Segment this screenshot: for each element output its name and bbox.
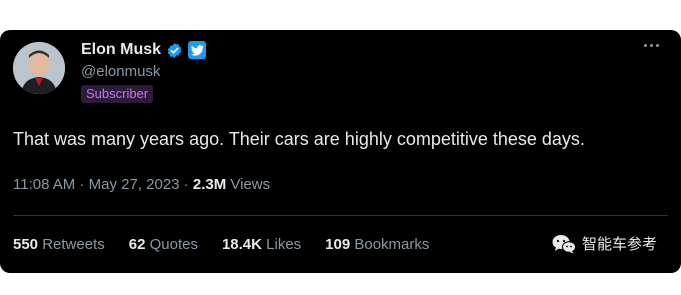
tweet-text: That was many years ago. Their cars are … <box>13 129 585 149</box>
subscriber-badge: Subscriber <box>81 85 154 103</box>
views-label: Views <box>226 176 271 193</box>
dot <box>656 44 659 47</box>
dot <box>644 44 647 47</box>
tweet-meta: 11:08 AM · May 27, 2023 · 2.3M Views <box>13 176 270 193</box>
tweet-card: Elon Musk @elonmusk Subscriber That was … <box>0 30 681 273</box>
quotes-count: 62 <box>128 236 146 253</box>
likes-count: 18.4K <box>221 236 262 253</box>
views-count: 2.3M <box>192 176 227 193</box>
quotes-label: Quotes <box>145 236 198 253</box>
verified-badge-icon <box>167 42 182 58</box>
retweets-count: 550 <box>13 236 39 253</box>
avatar-image <box>13 42 65 94</box>
name-row: Elon Musk <box>81 39 207 61</box>
divider <box>13 215 668 216</box>
more-options-icon[interactable] <box>644 44 659 47</box>
likes-label: Likes <box>261 236 302 253</box>
quotes-stat[interactable]: 62 Quotes <box>129 236 198 253</box>
wechat-icon <box>552 234 576 253</box>
avatar[interactable] <box>13 42 65 94</box>
meta-separator: · <box>75 176 89 193</box>
display-name[interactable]: Elon Musk <box>81 41 161 59</box>
bookmarks-count: 109 <box>325 236 351 253</box>
dot <box>650 44 653 47</box>
engagement-stats: 550 Retweets 62 Quotes 18.4K Likes 109 B… <box>13 236 429 253</box>
user-handle[interactable]: @elonmusk <box>81 63 160 80</box>
bookmarks-stat[interactable]: 109 Bookmarks <box>325 236 429 253</box>
retweets-stat[interactable]: 550 Retweets <box>13 236 105 253</box>
bookmarks-label: Bookmarks <box>350 236 430 253</box>
retweets-label: Retweets <box>38 236 105 253</box>
tweet-time[interactable]: 11:08 AM <box>13 176 75 193</box>
tweet-date[interactable]: May 27, 2023 <box>89 176 180 193</box>
meta-separator: · <box>179 176 193 193</box>
watermark-text: 智能车参考 <box>581 236 657 253</box>
twitter-bird-icon <box>188 41 207 59</box>
likes-stat[interactable]: 18.4K Likes <box>222 236 301 253</box>
watermark: 智能车参考 <box>552 233 657 254</box>
